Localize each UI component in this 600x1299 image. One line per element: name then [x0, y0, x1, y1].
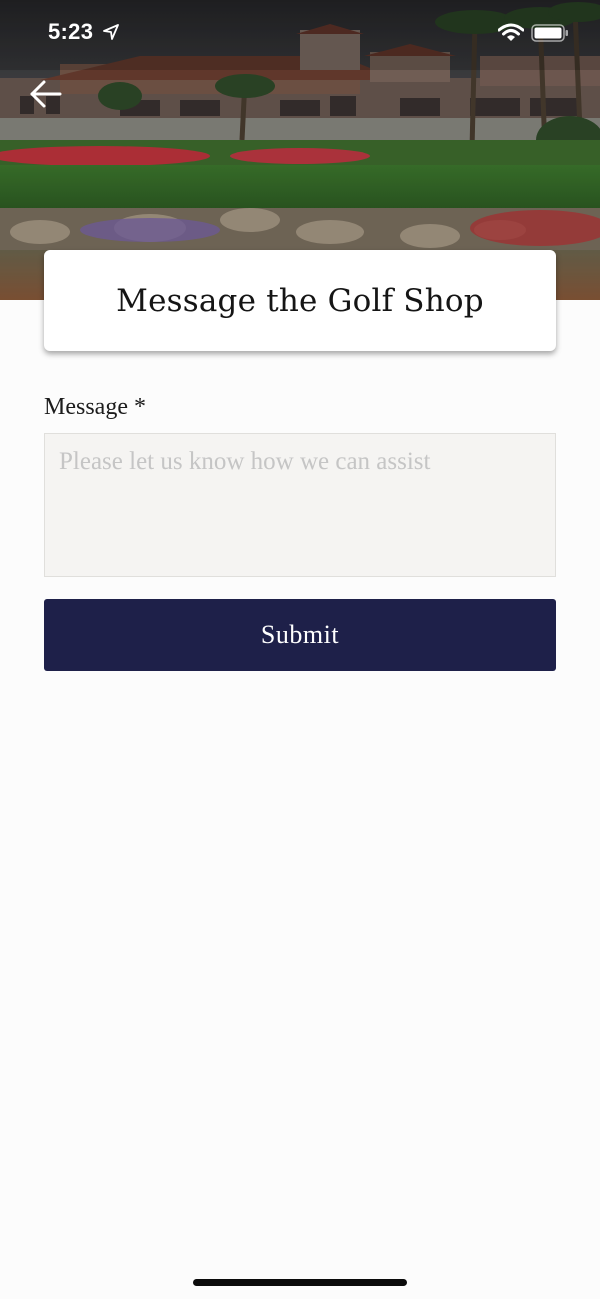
message-label: Message *	[44, 394, 146, 420]
message-input[interactable]	[44, 433, 556, 577]
message-golf-shop-screen: 5:23 Message the Golf Shop Message * Ple…	[0, 0, 600, 1299]
submit-button[interactable]: Submit	[44, 599, 556, 671]
title-card: Message the Golf Shop	[44, 250, 556, 351]
arrow-left-icon	[26, 80, 66, 118]
back-button[interactable]	[26, 74, 66, 114]
page-title: Message the Golf Shop	[116, 282, 484, 319]
location-arrow-icon	[103, 24, 119, 40]
home-indicator[interactable]	[193, 1279, 407, 1286]
battery-icon	[531, 23, 569, 43]
status-bar: 5:23	[0, 0, 600, 66]
status-time: 5:23	[48, 19, 94, 44]
wifi-icon	[497, 23, 525, 43]
